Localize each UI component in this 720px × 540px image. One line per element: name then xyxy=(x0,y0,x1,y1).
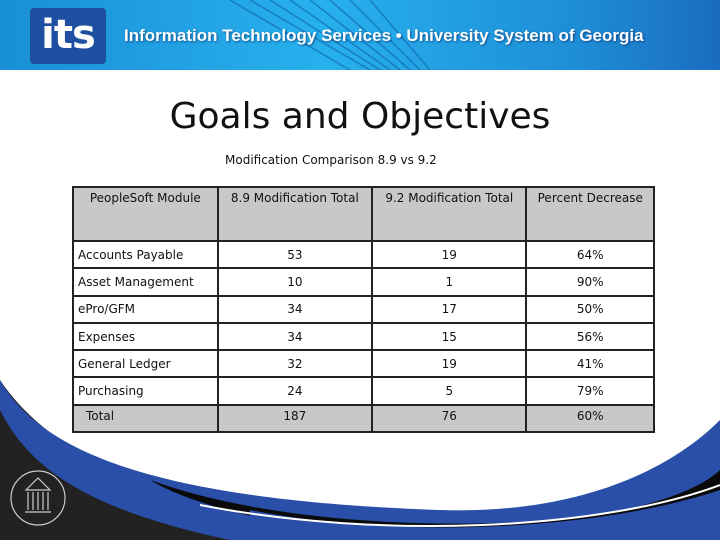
column-header: Percent Decrease xyxy=(525,186,655,242)
table-cell: ePro/GFM xyxy=(72,294,219,324)
table-row: Asset Management 10 1 90% xyxy=(72,267,655,297)
table-cell: 34 xyxy=(216,294,374,324)
table-cell: Expenses xyxy=(72,321,219,352)
table-cell: 15 xyxy=(371,321,528,352)
table-row: General Ledger 32 19 41% xyxy=(72,349,655,379)
table-header-row: PeopleSoft Module 8.9 Modification Total… xyxy=(72,186,655,242)
table-cell: 19 xyxy=(371,239,528,270)
table-row: Expenses 34 15 56% xyxy=(72,321,655,352)
table-cell: 50% xyxy=(525,294,655,324)
table-row: ePro/GFM 34 17 50% xyxy=(72,294,655,324)
slide-title: Goals and Objectives xyxy=(169,96,551,137)
table-caption: Modification Comparison 8.9 vs 9.2 xyxy=(225,153,437,167)
column-header: 8.9 Modification Total xyxy=(216,186,374,242)
table-cell: Accounts Payable xyxy=(72,239,219,270)
table-row: Accounts Payable 53 19 64% xyxy=(72,239,655,270)
table-cell: 53 xyxy=(216,239,374,270)
table-cell: General Ledger xyxy=(72,349,219,379)
table-cell: 64% xyxy=(525,239,655,270)
banner-tagline: Information Technology Services • Univer… xyxy=(124,26,644,45)
header-banner: its Information Technology Services • Un… xyxy=(0,0,720,70)
table-cell: 56% xyxy=(525,321,655,352)
table-cell: Asset Management xyxy=(72,267,219,297)
table-cell: 17 xyxy=(371,294,528,324)
table-cell: 32 xyxy=(216,349,374,379)
column-header: PeopleSoft Module xyxy=(72,186,219,242)
table-cell: 19 xyxy=(371,349,528,379)
table-cell: 90% xyxy=(525,267,655,297)
column-header: 9.2 Modification Total xyxy=(371,186,528,242)
table-cell: 34 xyxy=(216,321,374,352)
its-logo: its xyxy=(30,8,106,64)
table-cell: 10 xyxy=(216,267,374,297)
footer-swoosh xyxy=(0,380,720,540)
table-cell: 1 xyxy=(371,267,528,297)
table-cell: 41% xyxy=(525,349,655,379)
